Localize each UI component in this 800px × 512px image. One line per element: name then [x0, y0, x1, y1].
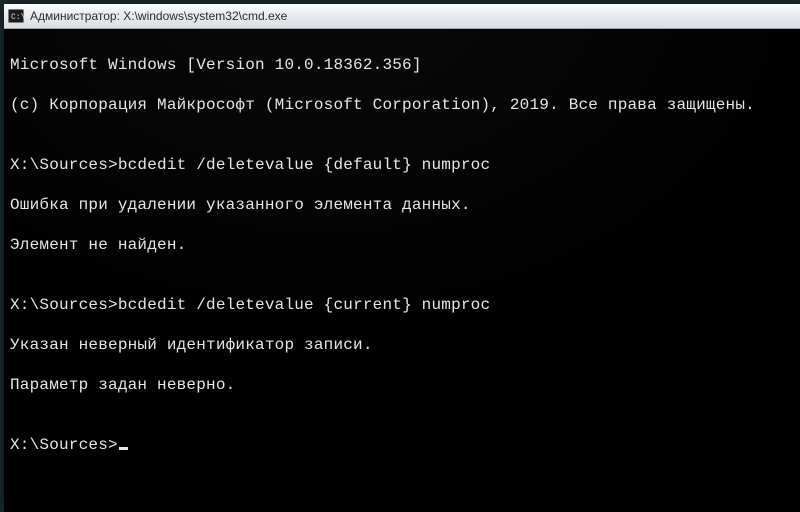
output-line: Параметр задан неверно.: [10, 375, 794, 395]
prompt: X:\Sources>: [10, 156, 118, 174]
banner-line: (c) Корпорация Майкрософт (Microsoft Cor…: [10, 95, 794, 115]
current-prompt-line[interactable]: X:\Sources>: [10, 435, 794, 455]
output-line: Элемент не найден.: [10, 235, 794, 255]
command-line: X:\Sources>bcdedit /deletevalue {default…: [10, 155, 794, 175]
command-line: X:\Sources>bcdedit /deletevalue {current…: [10, 295, 794, 315]
terminal-area[interactable]: Microsoft Windows [Version 10.0.18362.35…: [4, 29, 800, 512]
titlebar[interactable]: C:\ Администратор: X:\windows\system32\c…: [4, 4, 800, 29]
command-text: bcdedit /deletevalue {default} numproc: [118, 156, 490, 174]
banner-line: Microsoft Windows [Version 10.0.18362.35…: [10, 55, 794, 75]
cursor: [119, 447, 128, 450]
prompt: X:\Sources>: [10, 296, 118, 314]
output-line: Ошибка при удалении указанного элемента …: [10, 195, 794, 215]
command-text: bcdedit /deletevalue {current} numproc: [118, 296, 490, 314]
prompt: X:\Sources>: [10, 436, 118, 454]
cmd-window: C:\ Администратор: X:\windows\system32\c…: [4, 4, 800, 511]
output-line: Указан неверный идентификатор записи.: [10, 335, 794, 355]
window-title: Администратор: X:\windows\system32\cmd.e…: [30, 9, 287, 23]
svg-text:C:\: C:\: [11, 13, 24, 22]
cmd-icon: C:\: [8, 8, 24, 24]
